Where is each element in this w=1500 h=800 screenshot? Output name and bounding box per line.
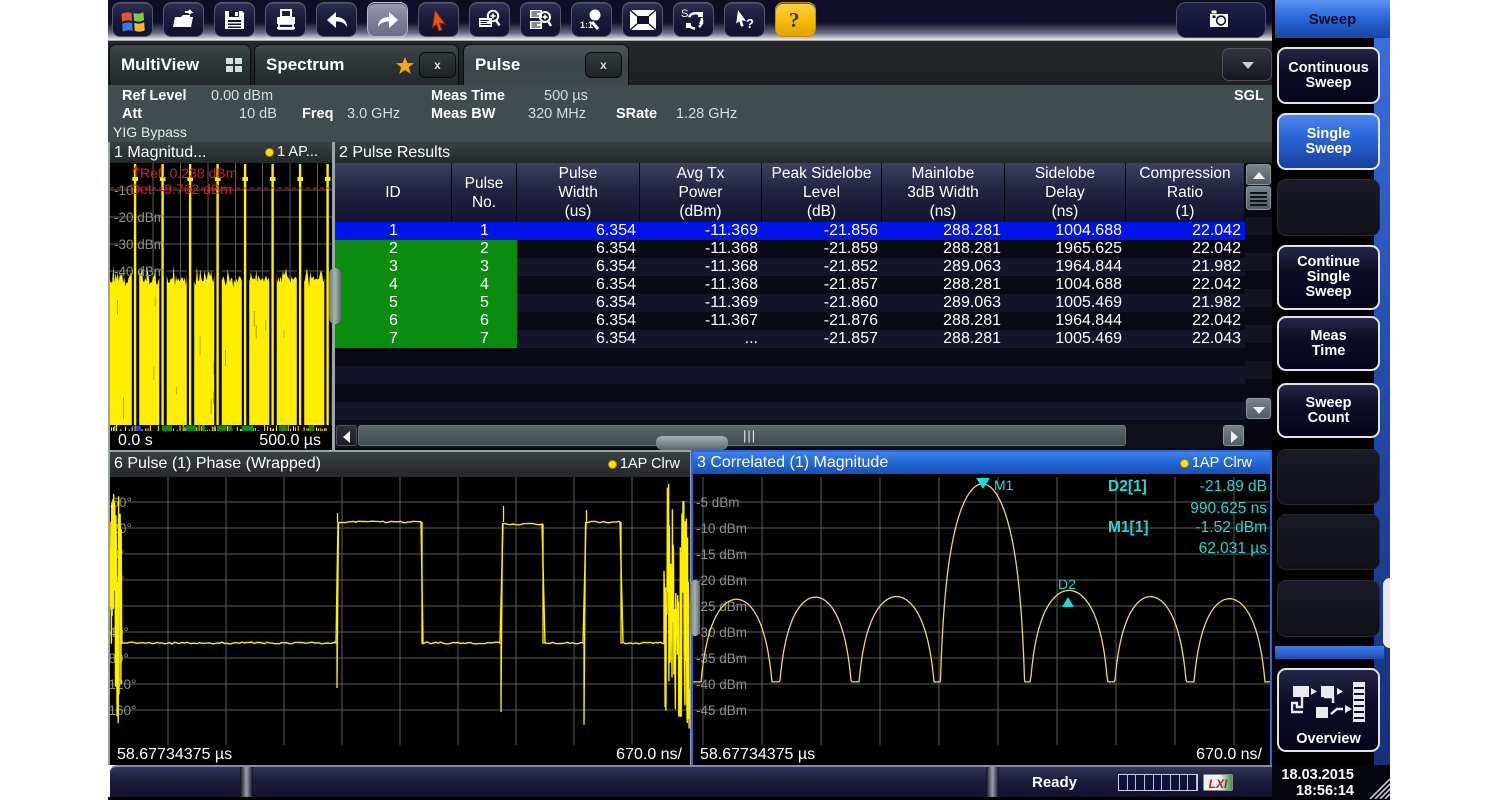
svg-text:-45 dBm: -45 dBm (696, 703, 747, 718)
svg-text:990.625 ns: 990.625 ns (1190, 500, 1267, 517)
svg-text:-40 dBm: -40 dBm (696, 677, 747, 692)
svg-text:?: ? (789, 8, 800, 32)
svg-text:M1: M1 (994, 477, 1014, 493)
svg-text:?: ? (746, 16, 754, 31)
svg-text:-15 dBm: -15 dBm (696, 547, 747, 562)
svg-text:-1.52 dBm: -1.52 dBm (1195, 519, 1267, 536)
svg-text:-20 dBm: -20 dBm (696, 573, 747, 588)
svg-text:D2: D2 (1058, 576, 1076, 592)
svg-text:Det. -9.762 dBm: Det. -9.762 dBm (130, 181, 232, 197)
svg-text:1:1: 1:1 (580, 20, 593, 30)
svg-text:-30 dBm: -30 dBm (114, 237, 165, 252)
svg-text:-20 dBm: -20 dBm (114, 210, 165, 225)
svg-text:Ref. 0.238 dBm: Ref. 0.238 dBm (140, 165, 237, 181)
svg-text:-160°: -160° (110, 703, 136, 718)
svg-text:62.031 µs: 62.031 µs (1199, 540, 1268, 557)
svg-text:-30 dBm: -30 dBm (696, 625, 747, 640)
svg-text:-120°: -120° (110, 677, 136, 692)
svg-text:S: S (681, 8, 688, 20)
svg-text:D2[1]: D2[1] (1108, 478, 1147, 495)
svg-text:-40 dBm: -40 dBm (114, 264, 165, 279)
svg-text:-10 dBm: -10 dBm (696, 521, 747, 536)
svg-text:-25 dBm: -25 dBm (696, 599, 747, 614)
svg-text:M1[1]: M1[1] (1108, 519, 1148, 536)
svg-text:-21.89 dB: -21.89 dB (1200, 478, 1267, 495)
svg-text:-5 dBm: -5 dBm (696, 495, 740, 510)
